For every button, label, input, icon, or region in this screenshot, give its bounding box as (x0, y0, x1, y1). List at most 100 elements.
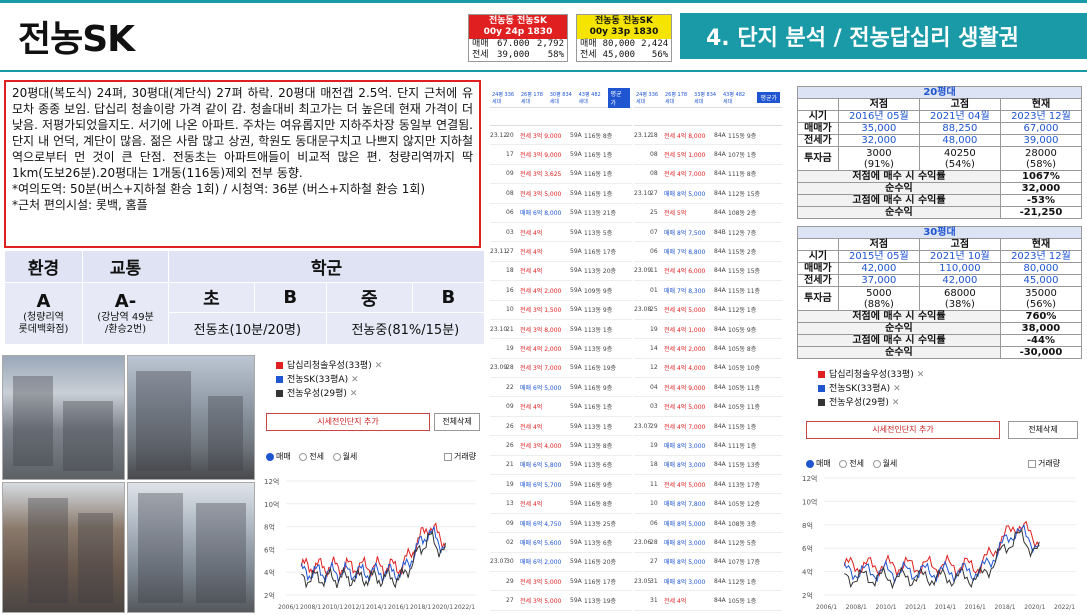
elem-name: 전동초(10분/20명) (168, 312, 327, 345)
delete-all-button[interactable]: 전체삭제 (434, 413, 480, 431)
remove-icon[interactable]: ✕ (892, 398, 900, 408)
list-item[interactable]: 18 전세 4억 59A 113동 20층 (490, 262, 632, 282)
list-item[interactable]: 09 전세 4억 59A 116동 1층 (490, 397, 632, 417)
list-item[interactable]: 01 매매 7억 8,300 84A 115동 11층 (634, 281, 782, 301)
list-item[interactable]: 19 매매 6억 5,700 59A 116동 9층 (490, 475, 632, 495)
list-item[interactable]: 19 매매 8억 3,000 84A 111동 1층 (634, 436, 782, 456)
list-item[interactable]: 04 전세 4억 9,000 84A 105동 11층 (634, 378, 782, 398)
list-item[interactable]: 23.07 30 매매 6억 2,000 59A 116동 20층 (490, 553, 632, 572)
y-tick-label: 8억 (264, 524, 275, 532)
listing-tab[interactable]: 24평 336세대 (636, 91, 662, 105)
list-item[interactable]: 02 매매 6억 5,600 59A 113동 6층 (490, 533, 632, 553)
list-item[interactable]: 03 전세 4억 5,000 84A 105동 11층 (634, 397, 782, 417)
stats-cell: 매매가 (797, 122, 839, 135)
average-price-button[interactable]: 평균가 (607, 88, 630, 108)
add-complex-button[interactable]: 시세전인단지 추가 (266, 413, 430, 431)
radio-monthly-right[interactable]: 월세 (872, 459, 897, 468)
remove-icon[interactable]: ✕ (351, 375, 359, 385)
list-item[interactable]: 06 매매 8억 5,000 84A 108동 3층 (634, 514, 782, 534)
list-item[interactable]: 23.09 11 전세 4억 6,000 84A 115동 15층 (634, 262, 782, 282)
listing-tab[interactable]: 26평 178세대 (521, 91, 547, 105)
list-item[interactable]: 13 전세 4억 59A 116동 8층 (490, 494, 632, 514)
list-item[interactable]: 23.08 25 전세 4억 5,000 84A 112동 1층 (634, 301, 782, 320)
list-item[interactable]: 19 전세 4억 1,000 84A 105동 9층 (634, 320, 782, 340)
price-box-cell: 전세 (472, 50, 489, 60)
list-day: 21 (506, 325, 514, 333)
remove-icon[interactable]: ✕ (375, 361, 383, 371)
listing-tab[interactable]: 43평 482세대 (579, 91, 605, 105)
list-item[interactable]: 23.11 27 전세 4억 59A 116동 17층 (490, 242, 632, 262)
list-item[interactable]: 11 전세 4억 5,000 84A 113동 17층 (634, 475, 782, 495)
list-type: 84B (714, 228, 726, 236)
listing-tab[interactable]: 26평 178세대 (665, 91, 691, 105)
list-item[interactable]: 16 전세 4억 2,000 59A 109동 9층 (490, 281, 632, 301)
list-unit: 111동 1층 (728, 442, 757, 450)
price-box-cell: 2,792 (536, 39, 564, 49)
list-price: 매매 8억 3,000 (664, 578, 706, 586)
remove-icon[interactable]: ✕ (917, 370, 925, 380)
list-item[interactable]: 22 매매 6억 5,000 59A 116동 9층 (490, 378, 632, 398)
listing-tab[interactable]: 33평 834세대 (694, 91, 720, 105)
volume-checkbox-right[interactable]: 거래량 (1028, 458, 1060, 469)
radio-jeonse-right[interactable]: 전세 (839, 459, 864, 468)
radio-sale-right[interactable]: 매매 (806, 459, 831, 468)
list-item[interactable]: 23.05 31 매매 8억 3,000 84A 112동 1층 (634, 572, 782, 592)
list-item[interactable]: 23.10 21 전세 3억 8,000 59A 113동 1층 (490, 320, 632, 340)
transaction-list-left: 24평 336세대 26평 178세대 30평 834세대 43평 482세대 평균가 2… (490, 88, 632, 613)
list-item[interactable]: 12 전세 4억 4,000 84A 105동 10층 (634, 359, 782, 379)
average-price-button[interactable]: 평균가 (757, 92, 780, 103)
list-item[interactable]: 07 매매 8억 7,500 84B 112동 7층 (634, 223, 782, 243)
list-item[interactable]: 06 매매 6억 8,000 59A 113동 21층 (490, 204, 632, 223)
list-item[interactable]: 31 전세 4억 84A 105동 1층 (634, 591, 782, 611)
volume-checkbox[interactable]: 거래량 (444, 451, 476, 462)
list-item[interactable]: 23.09 28 전세 3억 7,000 59A 116동 19층 (490, 359, 632, 379)
list-item[interactable]: 29 전세 3억 5,000 59A 116동 17층 (490, 572, 632, 592)
list-day: 06 (650, 248, 658, 256)
stats-cell: 80,000 (999, 262, 1083, 275)
list-item[interactable]: 26 전세 3억 4,000 59A 113동 8층 (490, 436, 632, 456)
listing-tab[interactable]: 30평 834세대 (550, 91, 576, 105)
list-item[interactable]: 26매매 6억 3,00059A113동 25층 (490, 611, 632, 613)
list-item[interactable]: 25 전세 5억 84A 108동 2층 (634, 204, 782, 223)
list-item[interactable]: 27 전세 3억 5,000 59A 113동 19층 (490, 591, 632, 611)
y-tick-label: 10억 (802, 498, 817, 506)
list-price: 전세 3억 3,625 (520, 171, 562, 179)
list-unit: 115동 13층 (728, 462, 761, 470)
list-item[interactable]: 17 전세 3억 9,000 59A 116동 1층 (490, 145, 632, 165)
list-item[interactable]: 26 전세 4억 59A 113동 1층 (490, 417, 632, 437)
add-complex-button-right[interactable]: 시세전인단지 추가 (806, 421, 1000, 439)
list-item[interactable]: 23.12 20 전세 3억 9,000 59A 116동 8층 (490, 126, 632, 146)
school-header: 학군 (168, 250, 485, 283)
list-item[interactable]: 23.07 29 전세 4억 7,000 84A 115동 1층 (634, 417, 782, 437)
commute-text: *여의도역: 50분(버스+지하철 환승 1회) / 시청역: 36분 (버스+… (12, 182, 426, 196)
legend-label: 답십리청솔우성(33평) (829, 370, 914, 380)
list-item[interactable]: 09 전세 3억 3,625 59A 116동 1층 (490, 165, 632, 185)
list-item[interactable]: 23.12 18 전세 4억 8,000 84A 115동 9층 (634, 126, 782, 146)
stats-cols-row: 저점 고점 현재 (797, 98, 1083, 111)
radio-jeonse[interactable]: 전세 (299, 452, 324, 461)
list-item[interactable]: 10 매매 8억 7,800 84A 105동 12층 (634, 494, 782, 514)
delete-all-button-right[interactable]: 전체삭제 (1008, 421, 1078, 439)
radio-sale[interactable]: 매매 (266, 452, 291, 461)
list-item[interactable]: 23.06 28 매매 8억 3,000 84A 112동 5층 (634, 533, 782, 553)
listing-tab[interactable]: 43평 482세대 (723, 91, 749, 105)
list-item[interactable]: 19 전세 4억 2,000 59A 113동 9층 (490, 339, 632, 359)
list-item[interactable]: 27 매매 8억 5,000 84A 107동 17층 (634, 553, 782, 572)
list-item[interactable]: 08 전세 4억 7,000 84A 111동 8층 (634, 165, 782, 185)
list-item[interactable]: 08 전세 5억 1,000 84A 107동 1층 (634, 145, 782, 165)
list-item[interactable]: 21 매매 6억 5,800 59A 113동 6층 (490, 456, 632, 476)
list-item[interactable]: 08 전세 3억 5,000 59A 116동 1층 (490, 184, 632, 204)
legend-label: 전농SK(33평A) (287, 375, 349, 385)
list-item[interactable]: 10 전세 3억 1,500 59A 113동 9층 (490, 301, 632, 320)
list-item[interactable]: 14 전세 4억 2,000 84A 105동 8층 (634, 339, 782, 359)
listing-tab[interactable]: 24평 336세대 (492, 91, 518, 105)
remove-icon[interactable]: ✕ (893, 384, 901, 394)
list-item[interactable]: 03 전세 4억 59A 113동 5층 (490, 223, 632, 243)
list-item[interactable]: 09 매매 6억 4,750 59A 113동 25층 (490, 514, 632, 534)
list-item[interactable]: 23.10 27 매매 8억 5,000 84A 112동 15층 (634, 184, 782, 204)
radio-monthly[interactable]: 월세 (332, 452, 357, 461)
remove-icon[interactable]: ✕ (350, 389, 358, 399)
list-item[interactable]: 06 매매 7억 8,800 84A 115동 2층 (634, 242, 782, 262)
list-item[interactable]: 18 매매 8억 3,000 84A 115동 13층 (634, 456, 782, 476)
list-type: 59A (570, 228, 582, 236)
